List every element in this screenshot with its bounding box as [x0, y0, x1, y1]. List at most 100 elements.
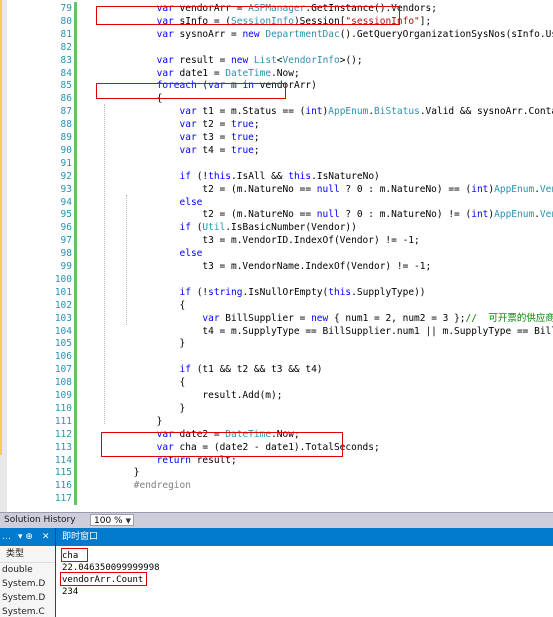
- code-token: t3 = m.VendorID.IndexOf(Vendor) != -1;: [88, 235, 420, 247]
- code-token: ;: [253, 132, 260, 143]
- zoom-value: 100 %: [94, 516, 123, 526]
- code-token: { num1 = 2, num2 = 3 };: [333, 312, 466, 324]
- code-token: (!: [196, 170, 209, 182]
- code-token: int: [305, 106, 323, 118]
- code-token: result =: [179, 54, 232, 66]
- code-line[interactable]: else: [88, 196, 203, 209]
- code-line[interactable]: }: [88, 415, 163, 428]
- code-token: AppEnum: [328, 106, 369, 118]
- line-number: 116: [54, 480, 72, 492]
- code-token: AppEnum: [494, 183, 535, 195]
- line-number: 97: [60, 235, 72, 247]
- code-line[interactable]: var t2 = true;: [88, 118, 260, 131]
- locals-row[interactable]: System.D: [0, 577, 55, 591]
- line-number: 85: [60, 80, 72, 92]
- code-token: .Now;: [271, 67, 300, 79]
- code-line[interactable]: else: [88, 247, 203, 260]
- code-token: result.Add(m);: [88, 390, 283, 401]
- line-number: 117: [54, 493, 72, 505]
- locals-row[interactable]: System.C: [0, 605, 55, 617]
- code-token: var: [156, 54, 180, 66]
- code-line[interactable]: }: [88, 402, 186, 415]
- zoom-dropdown[interactable]: 100 % ▼: [90, 514, 134, 526]
- line-number: 114: [54, 454, 72, 466]
- code-token: .IsBasicNumber(Vendor)): [225, 222, 357, 234]
- code-line[interactable]: }: [88, 466, 140, 479]
- code-line[interactable]: t3 = m.VendorName.IndexOf(Vendor) != -1;: [88, 260, 431, 273]
- code-line[interactable]: t2 = (m.NatureNo == null ? 0 : m.NatureN…: [88, 183, 553, 196]
- locals-row[interactable]: double: [0, 563, 55, 577]
- saved-change-marker: [74, 453, 77, 467]
- line-number: 112: [54, 428, 72, 440]
- saved-change-marker: [74, 182, 77, 196]
- code-token: >();: [339, 54, 363, 66]
- line-number: 107: [54, 364, 72, 376]
- line-number: 103: [54, 312, 72, 324]
- locals-row[interactable]: System.D: [0, 591, 55, 605]
- code-line[interactable]: }: [88, 337, 186, 350]
- code-token: int: [471, 209, 489, 221]
- line-number: 81: [60, 28, 72, 40]
- code-line[interactable]: var sysnoArr = new DepartmentDac().GetQu…: [88, 28, 553, 41]
- code-line[interactable]: var result = new List<VendorInfo>();: [88, 54, 363, 67]
- code-line[interactable]: var t3 = true;: [88, 131, 260, 144]
- code-line[interactable]: var date1 = DateTime.Now;: [88, 67, 300, 80]
- code-line[interactable]: var BillSupplier = new { num1 = 2, num2 …: [88, 312, 553, 325]
- code-token: (t1 && t2 && t3 && t4): [196, 364, 323, 376]
- code-token: }: [88, 467, 140, 479]
- indent-guide: [104, 104, 105, 424]
- code-token: date1 =: [179, 67, 226, 79]
- close-icon[interactable]: ✕: [42, 528, 50, 546]
- line-number: 87: [60, 106, 72, 118]
- saved-change-marker: [74, 311, 77, 325]
- immediate-window[interactable]: 即时窗口 cha 22.046350099999998 vendorArr.Coun…: [56, 528, 553, 617]
- code-line[interactable]: result.Add(m);: [88, 389, 282, 402]
- code-line[interactable]: {: [88, 299, 186, 312]
- saved-change-marker: [74, 479, 77, 493]
- code-token: .SupplyType)): [351, 286, 426, 298]
- code-line[interactable]: if (!this.IsAll && this.IsNatureNo): [88, 170, 380, 183]
- code-token: t1 = m.Status == (: [202, 106, 306, 118]
- highlight-vendorarr-assignment: [96, 6, 400, 25]
- line-number: 115: [54, 467, 72, 479]
- line-number: 92: [60, 170, 72, 182]
- code-line[interactable]: if (!string.IsNullOrEmpty(this.SupplyTyp…: [88, 286, 426, 299]
- code-token: .Valid && sysnoArr.Contains(m.Org: [419, 106, 553, 118]
- code-line[interactable]: {: [88, 376, 186, 389]
- code-line[interactable]: #endregion: [88, 479, 191, 492]
- code-line[interactable]: var t1 = m.Status == (int)AppEnum.BiStat…: [88, 105, 553, 118]
- code-line[interactable]: t4 = m.SupplyType == BillSupplier.num1 |…: [88, 325, 553, 338]
- column-header-type[interactable]: 类型: [0, 546, 55, 563]
- saved-change-marker: [74, 389, 77, 402]
- code-line[interactable]: t2 = (m.NatureNo == null ? 0 : m.NatureN…: [88, 208, 553, 221]
- code-token: .IsNullOrEmpty(: [242, 286, 329, 298]
- code-token: string: [208, 286, 243, 298]
- tab-solution-history[interactable]: Solution History: [0, 513, 80, 528]
- code-line[interactable]: t3 = m.VendorID.IndexOf(Vendor) != -1;: [88, 234, 420, 247]
- code-line[interactable]: var t4 = true;: [88, 144, 260, 157]
- code-token: }: [88, 402, 186, 414]
- code-line[interactable]: if (Util.IsBasicNumber(Vendor)): [88, 221, 357, 234]
- code-token: BiStatus: [374, 106, 420, 118]
- code-token: AppEnum: [494, 209, 535, 221]
- saved-change-marker: [74, 27, 77, 41]
- immediate-window-title: 即时窗口: [62, 532, 99, 542]
- saved-change-marker: [74, 492, 77, 506]
- pin-icon[interactable]: ▾ ⊕: [18, 528, 33, 546]
- code-line[interactable]: if (t1 && t2 && t3 && t4): [88, 363, 323, 376]
- locals-panel-header: … ▾ ⊕ ✕: [0, 528, 55, 546]
- line-number: 106: [54, 351, 72, 363]
- code-token: var: [202, 312, 226, 324]
- line-number: 83: [60, 54, 72, 66]
- code-editor[interactable]: 79 var vendorArr = ASPManager.GetInstanc…: [0, 0, 553, 512]
- code-token: this: [288, 170, 312, 182]
- saved-change-marker: [74, 143, 77, 157]
